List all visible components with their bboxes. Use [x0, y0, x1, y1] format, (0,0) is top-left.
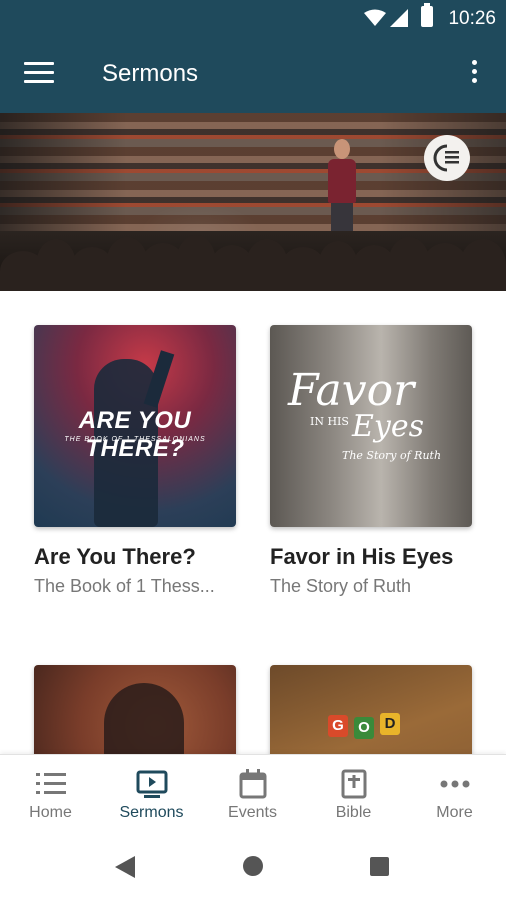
recent-apps-icon[interactable]	[370, 857, 389, 876]
nav-sermons[interactable]: Sermons	[101, 755, 202, 835]
artwork-letter: G	[328, 715, 348, 737]
overflow-menu-icon[interactable]	[464, 60, 484, 90]
sermon-grid: ARE YOU THERE? THE BOOK OF 1 THESSALONIA…	[0, 291, 506, 754]
sermon-card[interactable]: ARE YOU THERE? THE BOOK OF 1 THESSALONIA…	[34, 325, 236, 597]
nav-label: Sermons	[119, 804, 184, 821]
battery-icon	[421, 3, 433, 27]
hero-banner	[0, 113, 506, 291]
system-navigation-bar	[0, 834, 506, 900]
menu-icon[interactable]	[24, 62, 54, 86]
wifi-icon	[364, 9, 386, 26]
sermon-artwork[interactable]: Favor IN HIS Eyes The Story of Ruth	[270, 325, 472, 527]
status-time: 10:26	[448, 8, 496, 29]
bottom-navigation: Home Sermons Events Bible More	[0, 754, 506, 835]
artwork-letter: D	[380, 713, 400, 735]
more-dots-icon	[404, 768, 505, 800]
artwork-in-his: IN HIS	[310, 415, 349, 428]
sermon-subtitle: The Book of 1 Thess...	[34, 576, 215, 596]
sermon-subtitle: The Story of Ruth	[270, 576, 412, 596]
sermon-title: Favor in His Eyes	[270, 544, 454, 569]
signal-icon	[390, 9, 408, 27]
calendar-icon	[202, 768, 303, 800]
sermon-title: Are You There?	[34, 544, 196, 569]
nav-bible[interactable]: Bible	[303, 755, 404, 835]
sermon-card[interactable]	[34, 665, 236, 754]
artwork-subtitle: THE BOOK OF 1 THESSALONIANS	[64, 436, 206, 443]
nav-events[interactable]: Events	[202, 755, 303, 835]
nav-home[interactable]: Home	[0, 755, 101, 835]
nav-label: Events	[228, 804, 277, 821]
artwork-subtitle: The Story of Ruth	[342, 449, 442, 462]
sermon-artwork[interactable]: ARE YOU THERE? THE BOOK OF 1 THESSALONIA…	[34, 325, 236, 527]
list-icon	[0, 768, 101, 800]
nav-label: More	[436, 804, 473, 821]
back-icon[interactable]	[115, 856, 135, 878]
status-bar: 10:26	[0, 0, 506, 36]
nav-label: Bible	[335, 804, 372, 821]
artwork-title: ARE YOU THERE?	[78, 407, 192, 462]
sermon-card[interactable]: Favor IN HIS Eyes The Story of Ruth Favo…	[270, 325, 472, 597]
church-logo-icon	[424, 135, 470, 181]
sermon-card[interactable]: G O D	[270, 665, 472, 754]
bible-icon	[303, 768, 404, 800]
home-icon[interactable]	[243, 856, 263, 876]
nav-label: Home	[29, 804, 72, 821]
artwork-letter: O	[354, 717, 374, 739]
page-title: Sermons	[102, 60, 199, 87]
sermon-artwork[interactable]	[34, 665, 236, 754]
sermon-artwork[interactable]: G O D	[270, 665, 472, 754]
nav-more[interactable]: More	[404, 755, 505, 835]
artwork-eyes: Eyes	[352, 409, 424, 444]
app-bar: Sermons	[0, 36, 506, 113]
video-icon	[101, 768, 202, 800]
